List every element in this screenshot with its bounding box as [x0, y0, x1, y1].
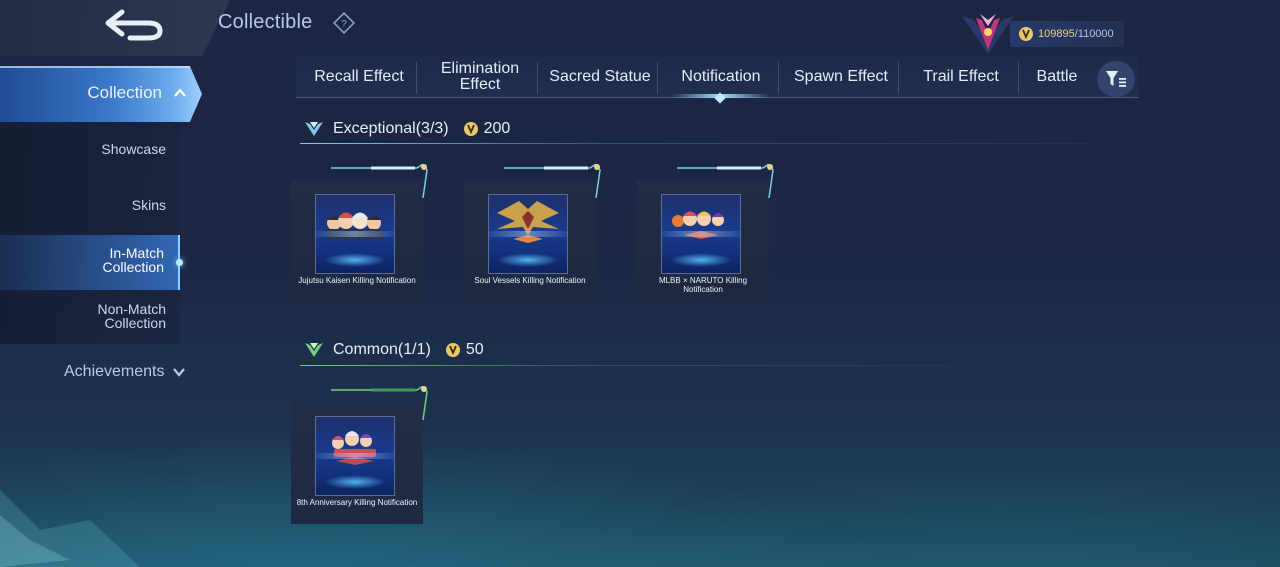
- tab-label: Recall Effect: [314, 68, 404, 85]
- svg-text:?: ?: [341, 19, 347, 30]
- tab-label: Spawn Effect: [794, 68, 888, 85]
- back-arrow-icon: [105, 9, 163, 41]
- card-name: Jujutsu Kaisen Killing Notification: [298, 276, 416, 285]
- chevron-down-icon: [172, 368, 185, 377]
- collectible-card[interactable]: MLBB × NARUTO Killing Notification: [637, 164, 774, 302]
- tab-separator: [778, 62, 779, 94]
- sidebar-item-achievements[interactable]: Achievements: [64, 363, 185, 381]
- card-thumbnail: [315, 194, 395, 274]
- tab-separator: [416, 62, 417, 94]
- tab-sacred-statue[interactable]: Sacred Statue: [545, 56, 655, 98]
- filter-button[interactable]: [1097, 61, 1135, 97]
- sidebar-item-non-match-collection[interactable]: Non-Match Collection: [0, 302, 180, 330]
- ninja-characters-icon: [672, 211, 724, 239]
- collectible-card[interactable]: 8th Anniversary Killing Notification: [291, 386, 428, 524]
- thumbnail-band: [316, 453, 394, 459]
- currency-value: 109895: [1038, 28, 1075, 40]
- section-header-exceptional: Exceptional(3/3) 200: [304, 120, 510, 138]
- active-indicator-dot: [176, 259, 183, 266]
- sidebar-achievements-label: Achievements: [64, 363, 165, 380]
- section-points: 200: [483, 120, 511, 137]
- tab-label: Sacred Statue: [549, 68, 651, 85]
- sidebar-collection-label: Collection: [87, 83, 162, 102]
- sidebar-item-collection[interactable]: Collection: [0, 66, 202, 122]
- tab-trail-effect[interactable]: Trail Effect: [906, 56, 1016, 98]
- sidebar-collection-shine: [0, 66, 190, 68]
- card-thumbnail: [488, 194, 568, 274]
- currency-display: 109895/110000: [1010, 21, 1124, 47]
- tab-battle[interactable]: Battle: [1024, 56, 1090, 98]
- thumbnail-band: [316, 231, 394, 237]
- currency-max: /110000: [1074, 28, 1114, 40]
- coin-icon: [445, 343, 460, 357]
- coin-icon: [1019, 27, 1033, 41]
- tab-separator: [657, 62, 658, 94]
- card-corner-ornament: [331, 164, 428, 198]
- rarity-gem-icon: [305, 122, 323, 136]
- sidebar-item-label: In-Match Collection: [102, 245, 164, 275]
- back-button[interactable]: [96, 4, 172, 44]
- chevron-up-icon: [174, 88, 186, 97]
- section-divider: [300, 143, 1090, 144]
- section-title: Common(1/1): [333, 341, 431, 358]
- tab-label: Elimination Effect: [440, 60, 520, 93]
- thumbnail-band: [489, 231, 567, 237]
- page-title: Collectible: [218, 11, 313, 33]
- card-name: Soul Vessels Killing Notification: [474, 276, 586, 285]
- help-icon: ?: [332, 11, 356, 35]
- sidebar-item-label: Skins: [131, 197, 166, 213]
- card-name: 8th Anniversary Killing Notification: [296, 498, 418, 507]
- tab-label: Notification: [681, 68, 761, 85]
- filter-icon: [1106, 71, 1126, 87]
- coin-icon: [463, 122, 478, 136]
- card-corner-ornament: [331, 386, 428, 420]
- tab-spawn-effect[interactable]: Spawn Effect: [786, 56, 896, 98]
- tab-recall-effect[interactable]: Recall Effect: [304, 56, 414, 98]
- card-corner-ornament: [504, 164, 601, 198]
- thumbnail-glow: [324, 475, 386, 489]
- sidebar-item-label: Showcase: [101, 141, 166, 157]
- tab-label: Trail Effect: [923, 68, 999, 85]
- decorative-crystal: [0, 490, 140, 567]
- collectible-card[interactable]: Soul Vessels Killing Notification: [464, 164, 601, 302]
- card-thumbnail: [661, 194, 741, 274]
- thumbnail-glow: [324, 253, 386, 267]
- sidebar-item-in-match-collection[interactable]: In-Match Collection: [0, 235, 180, 290]
- tab-separator: [898, 62, 899, 94]
- card-corner-ornament: [677, 164, 774, 198]
- tab-separator: [1018, 62, 1019, 94]
- section-title: Exceptional(3/3): [333, 120, 449, 137]
- thumbnail-band: [662, 231, 740, 237]
- anniversary-characters-icon: [332, 431, 376, 465]
- collectible-card[interactable]: Jujutsu Kaisen Killing Notification: [291, 164, 428, 302]
- tab-separator: [537, 62, 538, 94]
- tab-notification[interactable]: Notification: [666, 56, 776, 98]
- currency-amount: 109895/110000: [1038, 28, 1114, 40]
- sidebar-item-label: Non-Match Collection: [97, 301, 166, 331]
- sidebar-item-skins[interactable]: Skins: [0, 196, 180, 214]
- tab-label: Battle: [1036, 68, 1078, 85]
- section-header-common: Common(1/1) 50: [304, 341, 484, 359]
- winged-emblem-icon: [497, 201, 559, 243]
- help-button[interactable]: ?: [332, 11, 356, 35]
- tab-elimination-effect[interactable]: Elimination Effect: [425, 56, 535, 98]
- thumbnail-glow: [497, 253, 559, 267]
- thumbnail-glow: [670, 253, 732, 267]
- rarity-gem-icon: [305, 343, 323, 357]
- section-divider: [300, 365, 950, 366]
- card-thumbnail: [315, 416, 395, 496]
- sidebar-item-showcase[interactable]: Showcase: [0, 140, 180, 158]
- section-points: 50: [465, 341, 484, 358]
- card-name: MLBB × NARUTO Killing Notification: [658, 276, 748, 294]
